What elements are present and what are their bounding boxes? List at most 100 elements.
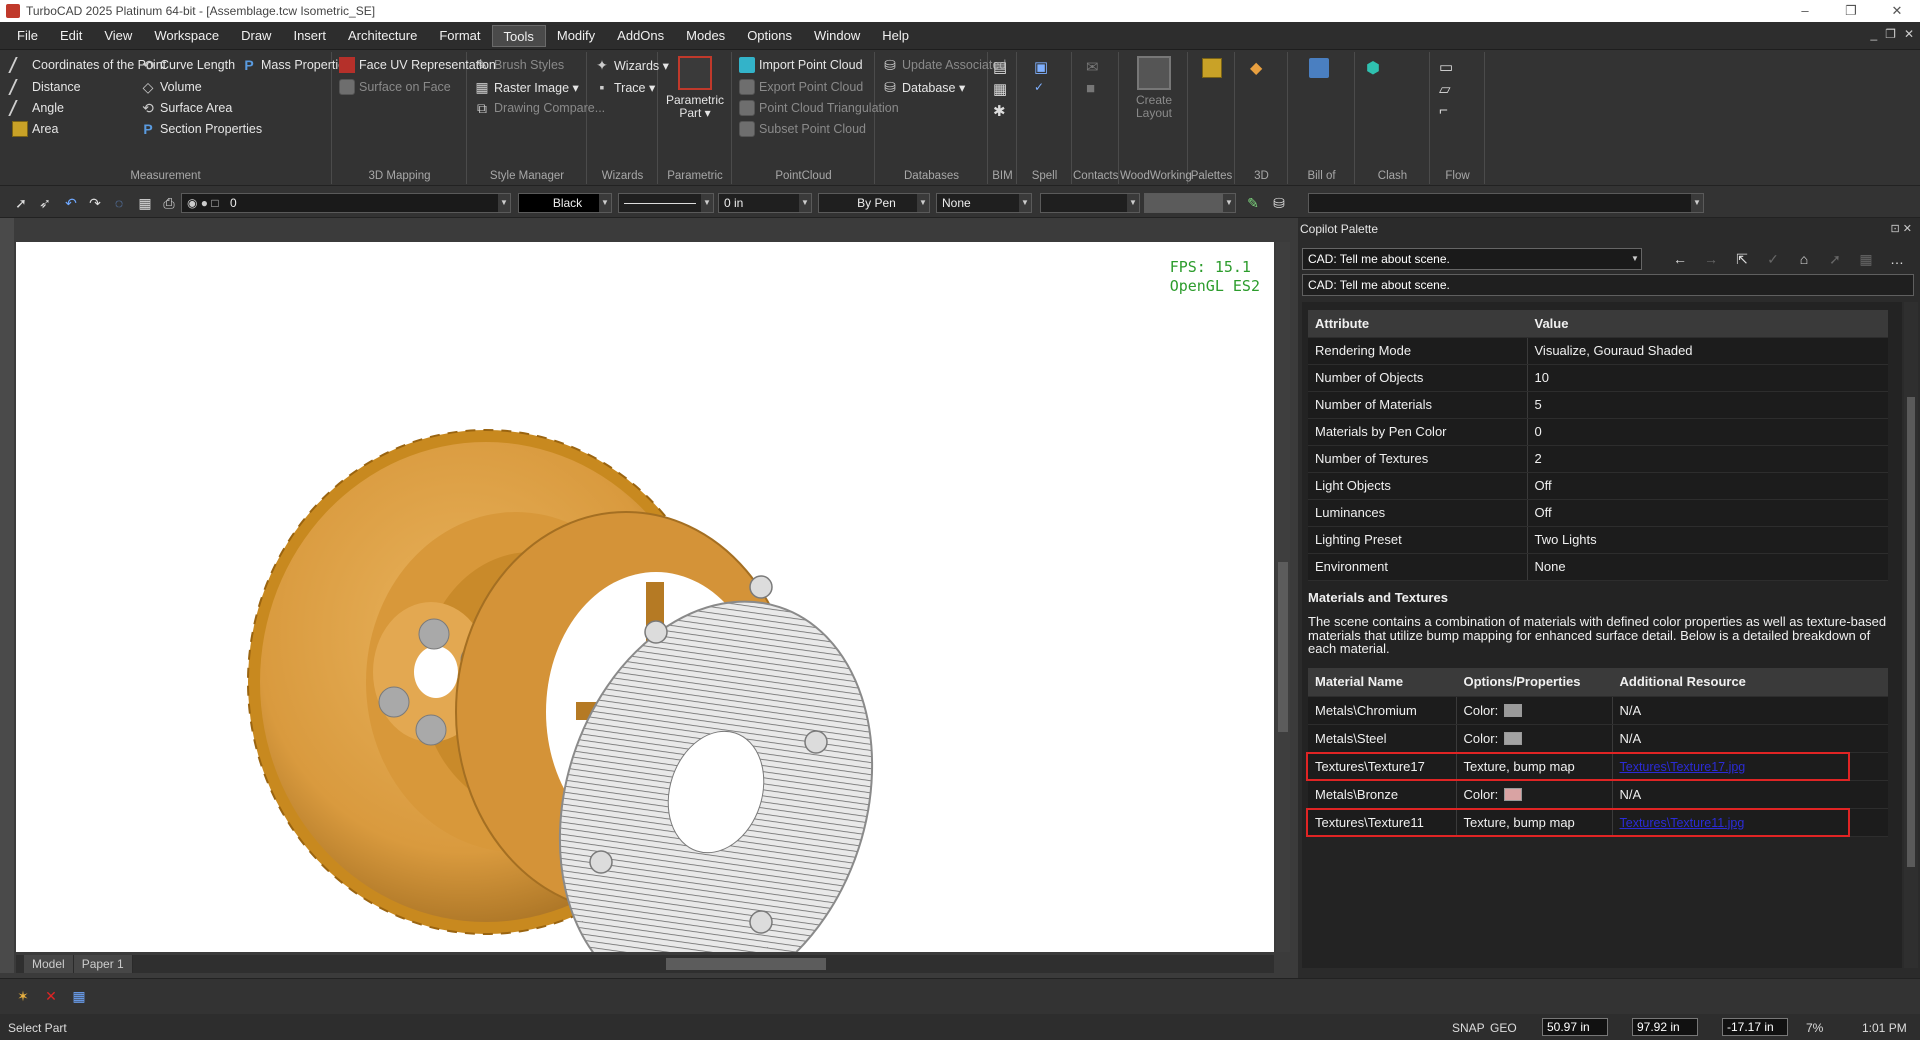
flow-data-icon[interactable]: ▱ [1439, 80, 1459, 100]
flow-process-icon[interactable]: ▭ [1439, 58, 1459, 78]
color-select[interactable]: Black ▼ [518, 193, 612, 213]
viewport-vertical-scrollbar[interactable] [1276, 242, 1290, 952]
z-coordinate-field[interactable]: -17.17 in [1722, 1018, 1788, 1036]
tab-paper-1[interactable]: Paper 1 [73, 955, 133, 973]
contact-mail-icon[interactable]: ✉ [1086, 58, 1106, 78]
area-button[interactable]: Area [12, 118, 58, 140]
menu-draw[interactable]: Draw [230, 25, 282, 47]
scroll-thumb[interactable] [1278, 562, 1288, 732]
grid-icon[interactable]: ▦ [1856, 250, 1876, 268]
magic-wand-icon[interactable]: ✶ [14, 987, 32, 1005]
copilot-query-input[interactable]: CAD: Tell me about scene. ▼ [1302, 248, 1642, 270]
check-icon[interactable]: ✓ [1763, 250, 1783, 268]
select-arrow-icon[interactable]: ➚ [12, 194, 30, 212]
mdi-restore-icon[interactable]: ❐ [1885, 27, 1896, 41]
menu-modes[interactable]: Modes [675, 25, 736, 47]
texture17-link[interactable]: Textures\Texture17.jpg [1620, 760, 1746, 774]
parametric-part-button[interactable]: Parametric Part ▾ [663, 56, 727, 120]
close-button[interactable]: ✕ [1874, 0, 1920, 22]
palettes-icon[interactable] [1202, 58, 1222, 78]
dropdown-arrow-icon[interactable]: ▼ [1629, 249, 1641, 269]
subset-point-cloud-button[interactable]: Subset Point Cloud [739, 118, 866, 140]
spell-check-icon[interactable]: ▣ [1034, 58, 1054, 78]
menu-addons[interactable]: AddOns [606, 25, 675, 47]
wizards-button[interactable]: ✦ Wizards ▾ [594, 54, 669, 76]
section-properties-button[interactable]: P Section Properties [140, 118, 262, 140]
menu-edit[interactable]: Edit [49, 25, 93, 47]
back-arrow-icon[interactable]: ← [1670, 250, 1690, 268]
maximize-button[interactable]: ❐ [1828, 0, 1874, 22]
menu-format[interactable]: Format [428, 25, 491, 47]
menu-options[interactable]: Options [736, 25, 803, 47]
share-icon[interactable]: ⇱ [1732, 250, 1752, 268]
bim-view-icon[interactable]: ▤ [993, 58, 1013, 78]
pen-select[interactable]: By Pen ▼ [818, 193, 930, 213]
update-associated-button[interactable]: ⛁ Update Associated [882, 54, 1006, 76]
drawing-compare-button[interactable]: ⧉ Drawing Compare... [474, 97, 605, 119]
curve-length-button[interactable]: ⟲ Curve Length [140, 54, 235, 76]
menu-tools[interactable]: Tools [491, 24, 546, 47]
undo-icon[interactable]: ↶ [62, 194, 80, 212]
layers-table-icon[interactable]: ▦ [136, 194, 154, 212]
distance-button[interactable]: Distance [8, 76, 81, 98]
snap-toggle[interactable]: SNAP [1452, 1021, 1485, 1035]
menu-architecture[interactable]: Architecture [337, 25, 428, 47]
bill-of-material-icon[interactable] [1309, 58, 1329, 78]
mdi-minimize-icon[interactable]: _ [1870, 27, 1877, 41]
home-icon[interactable]: ⌂ [1794, 250, 1814, 268]
menu-insert[interactable]: Insert [282, 25, 337, 47]
mdi-close-icon[interactable]: ✕ [1904, 27, 1914, 41]
cancel-x-icon[interactable]: ✕ [42, 987, 60, 1005]
line-style-select[interactable]: ▼ [618, 193, 714, 213]
lasso-icon[interactable]: ◌ [110, 194, 128, 212]
pencil-icon[interactable]: ✎ [1244, 194, 1262, 212]
angle-button[interactable]: Angle [8, 97, 64, 119]
import-point-cloud-button[interactable]: Import Point Cloud [739, 54, 863, 76]
database-button[interactable]: ⛁ Database ▾ [882, 76, 965, 98]
layer-select[interactable]: ◉ ● □ 0 ▼ [181, 193, 511, 213]
command-select[interactable]: ▼ [1308, 193, 1704, 213]
clash-detection-icon[interactable]: ⬢ [1366, 58, 1386, 78]
viewport-3d[interactable]: FPS: 15.1 OpenGL ES2 [16, 242, 1274, 952]
scroll-thumb[interactable] [1907, 397, 1915, 867]
menu-file[interactable]: File [6, 25, 49, 47]
forward-arrow-icon[interactable]: → [1701, 250, 1721, 268]
menu-workspace[interactable]: Workspace [143, 25, 230, 47]
create-layout-button[interactable]: Create Layout [1122, 56, 1186, 120]
trace-button[interactable]: ▪ Trace ▾ [594, 76, 656, 98]
menu-window[interactable]: Window [803, 25, 871, 47]
export-point-cloud-button[interactable]: Export Point Cloud [739, 76, 863, 98]
pattern-select[interactable]: None ▼ [936, 193, 1032, 213]
flow-connector-icon[interactable]: ⌐ [1439, 102, 1459, 122]
horizontal-scroll-thumb[interactable] [666, 958, 826, 970]
texture11-link[interactable]: Textures\Texture11.jpg [1620, 816, 1745, 830]
table-icon[interactable]: ▦ [70, 987, 88, 1005]
surface-area-button[interactable]: ⟲ Surface Area [140, 97, 232, 119]
tab-model[interactable]: Model [24, 955, 74, 973]
blank-select-2[interactable]: ▼ [1144, 193, 1236, 213]
printer-icon[interactable]: ⎙ [160, 194, 178, 212]
stack-icon[interactable]: ⛁ [1270, 194, 1288, 212]
y-coordinate-field[interactable]: 97.92 in [1632, 1018, 1698, 1036]
bim-table-icon[interactable]: ▦ [993, 80, 1013, 100]
blank-select-1[interactable]: ▼ [1040, 193, 1140, 213]
brush-styles-button[interactable]: ✎ Brush Styles [474, 54, 564, 76]
volume-button[interactable]: ◇ Volume [140, 76, 202, 98]
3d-printing-icon[interactable]: ◆ [1250, 58, 1270, 78]
menu-view[interactable]: View [93, 25, 143, 47]
redo-icon[interactable]: ↷ [86, 194, 104, 212]
point-cloud-triangulation-button[interactable]: Point Cloud Triangulation [739, 97, 899, 119]
geo-toggle[interactable]: GEO [1490, 1021, 1517, 1035]
more-icon[interactable]: … [1887, 250, 1907, 268]
bim-tool-icon[interactable]: ✱ [993, 102, 1013, 122]
select-edit-icon[interactable]: ➶ [36, 194, 54, 212]
pointer-icon[interactable]: ➚ [1825, 250, 1845, 268]
raster-image-button[interactable]: ▦ Raster Image ▾ [474, 76, 578, 98]
surface-on-face-button[interactable]: Surface on Face [339, 76, 451, 98]
x-coordinate-field[interactable]: 50.97 in [1542, 1018, 1608, 1036]
abc-check-icon[interactable]: ✓ [1034, 80, 1054, 100]
palette-pin-icon[interactable]: ⊡ ✕ [1891, 222, 1913, 235]
palette-scrollbar[interactable] [1904, 302, 1918, 968]
menu-modify[interactable]: Modify [546, 25, 606, 47]
minimize-button[interactable]: – [1782, 0, 1828, 22]
